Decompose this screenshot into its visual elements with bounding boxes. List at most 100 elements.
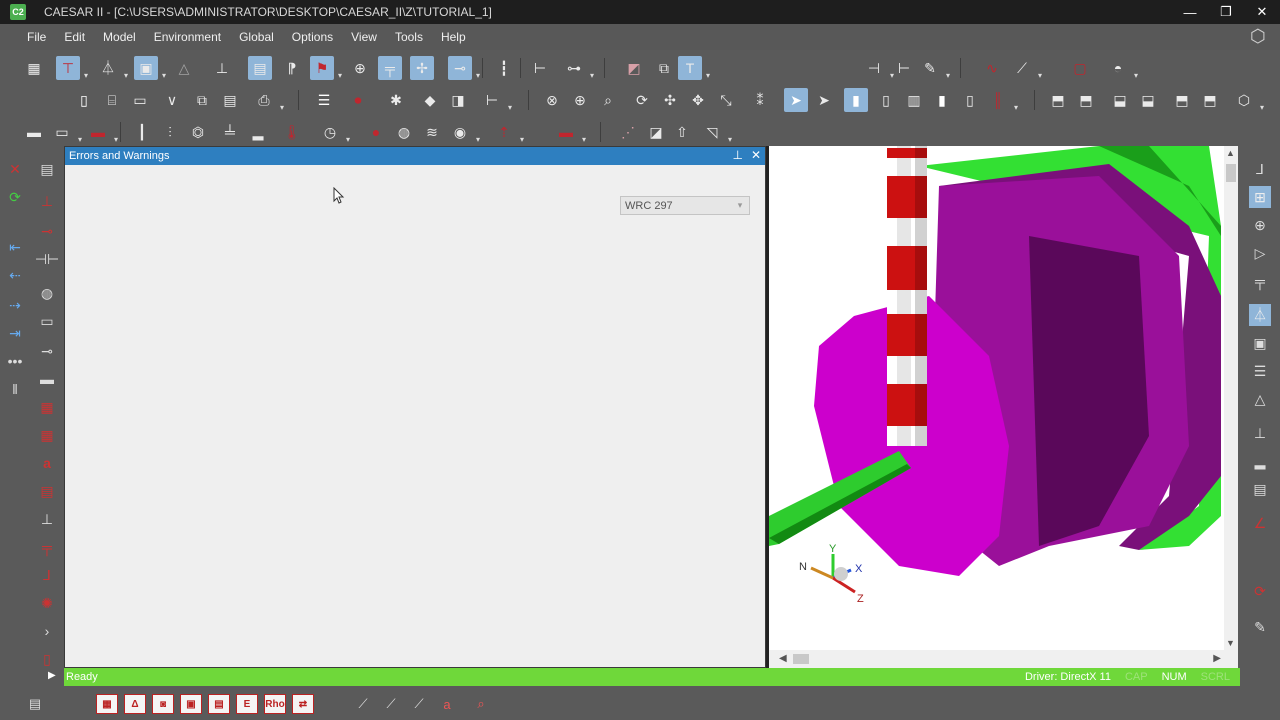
pressure-gauge-icon[interactable]: ◷ [318, 120, 350, 145]
view-cube-icon[interactable]: ⬡ [1232, 88, 1264, 113]
walkthrough-icon[interactable]: ✱ [384, 88, 408, 112]
pointer-alt-icon[interactable]: ➤ [812, 88, 836, 112]
scroll-right-icon[interactable]: ▶ [1213, 653, 1221, 664]
arrow-left-in-icon[interactable]: ⇤ [4, 236, 26, 258]
node-list-icon[interactable]: ☰ [1249, 360, 1271, 382]
copy-icon[interactable]: ⧉ [190, 88, 214, 112]
dynamic-wave-icon[interactable]: ∿ [980, 56, 1004, 80]
pipe-segment-icon[interactable]: ⊢ [528, 56, 552, 80]
annotation-tool-icon[interactable]: ◩ [622, 56, 646, 80]
angle-tool-icon[interactable]: ∠ [1249, 512, 1271, 534]
centerline-view-icon[interactable]: ▯ [874, 88, 898, 112]
calc-sheet-icon[interactable]: ▦ [36, 396, 58, 418]
report-icon[interactable]: ▤ [36, 480, 58, 502]
bottom-view-icon[interactable]: ⬒ [1198, 88, 1222, 112]
menu-tools[interactable]: Tools [395, 30, 423, 44]
node-numbers-icon[interactable]: ⁑ [748, 88, 772, 112]
3d-viewport[interactable]: X Y Z N ▲ ▼ ◀ ▶ [766, 146, 1238, 668]
flag-view-icon[interactable]: ▷ [1249, 242, 1271, 264]
displacement-icon[interactable]: ⇡ [492, 120, 524, 145]
stress-icon[interactable]: ▣ [180, 694, 202, 714]
alpha-icon[interactable]: a [36, 452, 58, 474]
align-left-icon[interactable]: ⊣ [862, 56, 894, 81]
list-tool-icon[interactable]: ⇄ [292, 694, 314, 714]
vertical-scrollbar[interactable]: ▲ ▼ [1224, 146, 1238, 650]
wave-load-icon[interactable]: ≋ [420, 120, 444, 144]
close-window-button[interactable]: ✕ [1244, 0, 1280, 24]
wireframe-view-icon[interactable]: ▥ [902, 88, 926, 112]
tee-view-icon[interactable]: ╤ [1249, 270, 1271, 292]
copy-view-icon[interactable]: ⧉ [652, 56, 676, 80]
list-view-icon[interactable]: ☰ [312, 88, 336, 112]
error-icon[interactable]: ✕ [4, 158, 26, 180]
bend-tool-icon[interactable]: ╧ [218, 120, 242, 144]
menu-model[interactable]: Model [103, 30, 136, 44]
display-options-icon[interactable]: ▣ [134, 56, 166, 80]
globe-icon[interactable]: ◍ [36, 282, 58, 304]
horizontal-scroll-thumb[interactable] [793, 654, 809, 664]
restraint-tool-icon[interactable]: ⊤ [56, 56, 88, 80]
hidden-line-icon[interactable]: ║ [986, 88, 1018, 112]
zoom-in-icon[interactable]: ⊕ [568, 88, 592, 112]
pit-icon[interactable]: ▢ [1068, 56, 1092, 80]
draw-pipe-icon[interactable]: ⟋ [352, 694, 374, 714]
warning-triangle-icon[interactable]: △ [172, 56, 196, 80]
triangle-tool-icon[interactable]: △ [1249, 388, 1271, 410]
flange-view-icon[interactable]: ⊕ [1249, 214, 1271, 236]
wind-load-icon[interactable]: ◍ [392, 120, 416, 144]
scale-icon[interactable]: ▬ [36, 368, 58, 390]
align-right-icon[interactable]: ⊢ [892, 56, 916, 80]
calc-sheet-2-icon[interactable]: ▦ [36, 424, 58, 446]
grid-view-icon[interactable]: ▦ [22, 56, 46, 80]
guide-icon[interactable]: ⊸ [36, 220, 58, 242]
rotate-view-icon[interactable]: ⟳ [1249, 580, 1271, 602]
minimize-button[interactable]: — [1172, 0, 1208, 24]
volume-view-icon[interactable]: ▮ [844, 88, 868, 112]
input-listing-icon[interactable]: ▦ [96, 694, 118, 714]
paste-icon[interactable]: ▤ [218, 88, 242, 112]
nozzle-view-icon[interactable]: ⊞ [1249, 186, 1271, 208]
menu-view[interactable]: View [351, 30, 377, 44]
zoom-window-icon[interactable]: ⌕ [596, 88, 620, 112]
density-icon[interactable]: Rho [264, 694, 286, 714]
horizontal-scrollbar[interactable]: ◀ ▶ [769, 650, 1238, 668]
break-element-icon[interactable]: ◪ [644, 120, 668, 144]
node-marker-icon[interactable]: ⁋ [280, 56, 304, 80]
print-icon[interactable]: ⎙ [252, 88, 284, 113]
select-node-icon[interactable]: ⤡ [714, 88, 738, 112]
binoculars-icon[interactable]: ⊶ [562, 56, 594, 81]
pin-icon[interactable]: ⊥ [732, 148, 742, 162]
anchor-tool-icon[interactable]: ⊥ [210, 56, 234, 80]
panel-close-icon[interactable]: ✕ [751, 148, 761, 162]
material-icon[interactable]: ◙ [152, 694, 174, 714]
diamond-tool-icon[interactable]: ◆ [418, 88, 442, 112]
status-expand-icon[interactable]: ▶ [48, 670, 56, 681]
connect-nodes-icon[interactable]: ⋰ [616, 120, 640, 144]
orbit-icon[interactable]: ✣ [658, 88, 682, 112]
elbow-icon[interactable]: ⅃ [36, 564, 58, 586]
menu-options[interactable]: Options [292, 30, 333, 44]
load-case-icon[interactable]: ● [364, 120, 388, 144]
text-annotation-icon[interactable]: a [436, 694, 458, 714]
ground-support-icon[interactable]: ▂ [246, 120, 270, 144]
arrow-left-icon[interactable]: ⇠ [4, 264, 26, 286]
tee-tool-icon[interactable]: ╤ [378, 56, 402, 80]
snubber-icon[interactable]: ⊸ [36, 340, 58, 362]
draw-pipe-2-icon[interactable]: ⟋ [380, 694, 402, 714]
monitor-icon[interactable]: ▭ [50, 120, 82, 145]
node-number-display-icon[interactable]: ▬ [554, 120, 586, 144]
flange-tool-icon[interactable]: ⊕ [348, 56, 372, 80]
draw-pipe-3-icon[interactable]: ⟋ [408, 694, 430, 714]
spring-hanger-icon[interactable]: ⫶ [158, 120, 182, 144]
text-tool-icon[interactable]: T [678, 56, 710, 80]
pipe-input-icon[interactable]: ▬ [22, 120, 46, 144]
scroll-down-icon[interactable]: ▼ [1226, 638, 1235, 648]
spring-icon[interactable]: ✺ [36, 592, 58, 614]
chevron-down-icon[interactable]: ▾ [733, 197, 747, 214]
restore-button[interactable]: ❐ [1208, 0, 1244, 24]
elastic-modulus-icon[interactable]: E [236, 694, 258, 714]
curve-tool-icon[interactable]: ⟋ [1010, 56, 1042, 81]
ruler-tool-icon[interactable]: ┇ [492, 56, 516, 80]
arrow-right-icon[interactable]: ⇢ [4, 294, 26, 316]
insert-element-icon[interactable]: ⇧ [670, 120, 694, 144]
